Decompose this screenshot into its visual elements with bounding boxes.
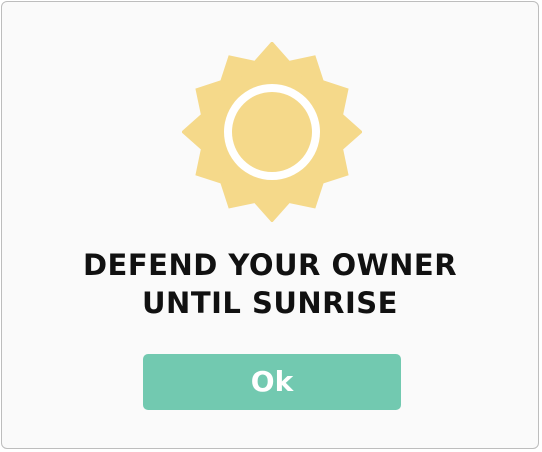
ok-button[interactable]: Ok	[143, 354, 401, 410]
sunrise-dialog: DEFEND YOUR OWNER UNTIL SUNRISE Ok	[1, 1, 539, 449]
message-line-1: DEFEND YOUR OWNER	[82, 248, 458, 282]
sun-icon	[182, 42, 362, 222]
message-line-2: UNTIL SUNRISE	[142, 286, 398, 320]
dialog-message: DEFEND YOUR OWNER UNTIL SUNRISE	[2, 246, 538, 322]
sun-icon-graphic	[182, 42, 362, 222]
